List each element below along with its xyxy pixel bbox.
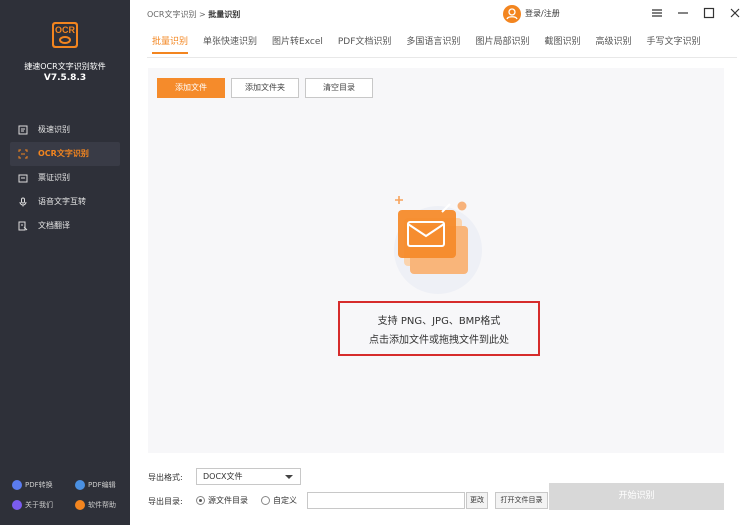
ocr-frame-icon	[18, 149, 28, 159]
main-area: OCR文字识别 > 批量识别 登录/注册 批量识别 单张快速识别 图片转Exce…	[130, 0, 750, 525]
export-format-value: DOCX文件	[203, 472, 243, 481]
scan-icon	[18, 125, 28, 135]
avatar-icon	[503, 5, 521, 23]
chevron-down-icon	[285, 475, 293, 479]
tab-single-quick[interactable]: 单张快速识别	[203, 35, 257, 57]
tab-partial-image[interactable]: 图片局部识别	[475, 35, 529, 57]
sidebar-item-translate[interactable]: 文档翻译	[10, 214, 120, 238]
sidebar-item-label: 文档翻译	[38, 221, 70, 230]
tab-batch-recognition[interactable]: 批量识别	[152, 35, 189, 57]
file-drop-panel[interactable]: 添加文件 添加文件夹 清空目录 支持 PNG、JPG、BMP格式 点击添加文件或…	[148, 68, 724, 453]
sidebar-nav: 极速识别 OCR文字识别 票证识别 语音文字互转 文档翻译	[10, 118, 120, 238]
maximize-icon[interactable]	[702, 6, 716, 20]
menu-icon[interactable]	[650, 6, 664, 20]
tab-image-to-excel[interactable]: 图片转Excel	[272, 35, 323, 57]
breadcrumb-root[interactable]: OCR文字识别	[147, 10, 196, 19]
ticket-icon	[18, 173, 28, 183]
app-logo: OCR	[52, 22, 78, 48]
radio-unchecked-icon	[261, 496, 270, 505]
export-dir-label: 导出目录:	[148, 497, 183, 506]
microphone-icon	[18, 197, 28, 207]
window-controls	[641, 6, 742, 23]
sidebar-item-label: 语音文字互转	[38, 197, 86, 206]
feature-tabs: 批量识别 单张快速识别 图片转Excel PDF文档识别 多国语言识别 图片局部识别 截图识…	[152, 35, 732, 57]
supported-formats-text: 支持 PNG、JPG、BMP格式	[377, 316, 501, 327]
breadcrumb-current: 批量识别	[208, 10, 241, 19]
sidebar-item-label: OCR文字识别	[38, 149, 89, 158]
info-icon	[12, 500, 22, 510]
dropzone-hint: 支持 PNG、JPG、BMP格式 点击添加文件或拖拽文件到此处	[338, 301, 540, 356]
export-path-input[interactable]	[307, 492, 465, 509]
open-dir-button[interactable]: 打开文件目录	[495, 492, 548, 509]
start-recognition-button[interactable]: 开始识别	[549, 483, 724, 510]
tab-multi-language[interactable]: 多国语言识别	[406, 35, 460, 57]
add-folder-button[interactable]: 添加文件夹	[231, 78, 299, 98]
radio-source-directory[interactable]: 源文件目录	[196, 495, 248, 507]
radio-checked-icon	[196, 496, 205, 505]
title-bar: OCR文字识别 > 批量识别 登录/注册	[130, 0, 750, 28]
breadcrumb: OCR文字识别 > 批量识别	[147, 10, 241, 19]
tab-handwriting[interactable]: 手写文字识别	[646, 35, 700, 57]
about-us-link[interactable]: 关于我们	[12, 499, 53, 511]
change-dir-button[interactable]: 更改	[466, 492, 488, 509]
pdf-edit-link[interactable]: PDF编辑	[75, 479, 116, 491]
tab-advanced[interactable]: 高级识别	[595, 35, 631, 57]
tab-screenshot[interactable]: 截图识别	[544, 35, 580, 57]
pdf-convert-icon	[12, 480, 22, 490]
radio-custom-directory[interactable]: 自定义	[261, 495, 297, 507]
tab-divider	[147, 57, 737, 58]
minimize-icon[interactable]	[676, 6, 690, 20]
app-name: 捷速OCR文字识别软件	[24, 62, 106, 71]
sidebar-item-ocr[interactable]: OCR文字识别	[10, 142, 120, 166]
logo-text: OCR	[55, 25, 75, 35]
login-button[interactable]: 登录/注册	[503, 5, 560, 23]
sidebar-item-label: 票证识别	[38, 173, 70, 182]
help-link[interactable]: 软件帮助	[75, 499, 116, 511]
sidebar-item-ticket[interactable]: 票证识别	[10, 166, 120, 190]
upload-illustration-icon	[390, 194, 500, 294]
help-icon	[75, 500, 85, 510]
export-format-select[interactable]: DOCX文件	[196, 468, 301, 485]
sidebar-item-speech[interactable]: 语音文字互转	[10, 190, 120, 214]
sidebar: OCR 捷速OCR文字识别软件 V7.5.8.3 极速识别 OCR文字识别 票证…	[0, 0, 130, 525]
close-icon[interactable]	[728, 6, 742, 20]
translate-icon	[18, 221, 28, 231]
app-version: V7.5.8.3	[43, 73, 87, 83]
add-file-button[interactable]: 添加文件	[157, 78, 225, 98]
tab-pdf-recognition[interactable]: PDF文档识别	[338, 35, 392, 57]
drop-instruction-text: 点击添加文件或拖拽文件到此处	[369, 335, 509, 346]
sidebar-item-label: 极速识别	[38, 125, 70, 134]
login-label: 登录/注册	[525, 9, 560, 18]
sidebar-item-fast-recognition[interactable]: 极速识别	[10, 118, 120, 142]
pdf-convert-link[interactable]: PDF转换	[12, 479, 53, 491]
export-format-label: 导出格式:	[148, 473, 183, 482]
pdf-edit-icon	[75, 480, 85, 490]
clear-list-button[interactable]: 清空目录	[305, 78, 373, 98]
